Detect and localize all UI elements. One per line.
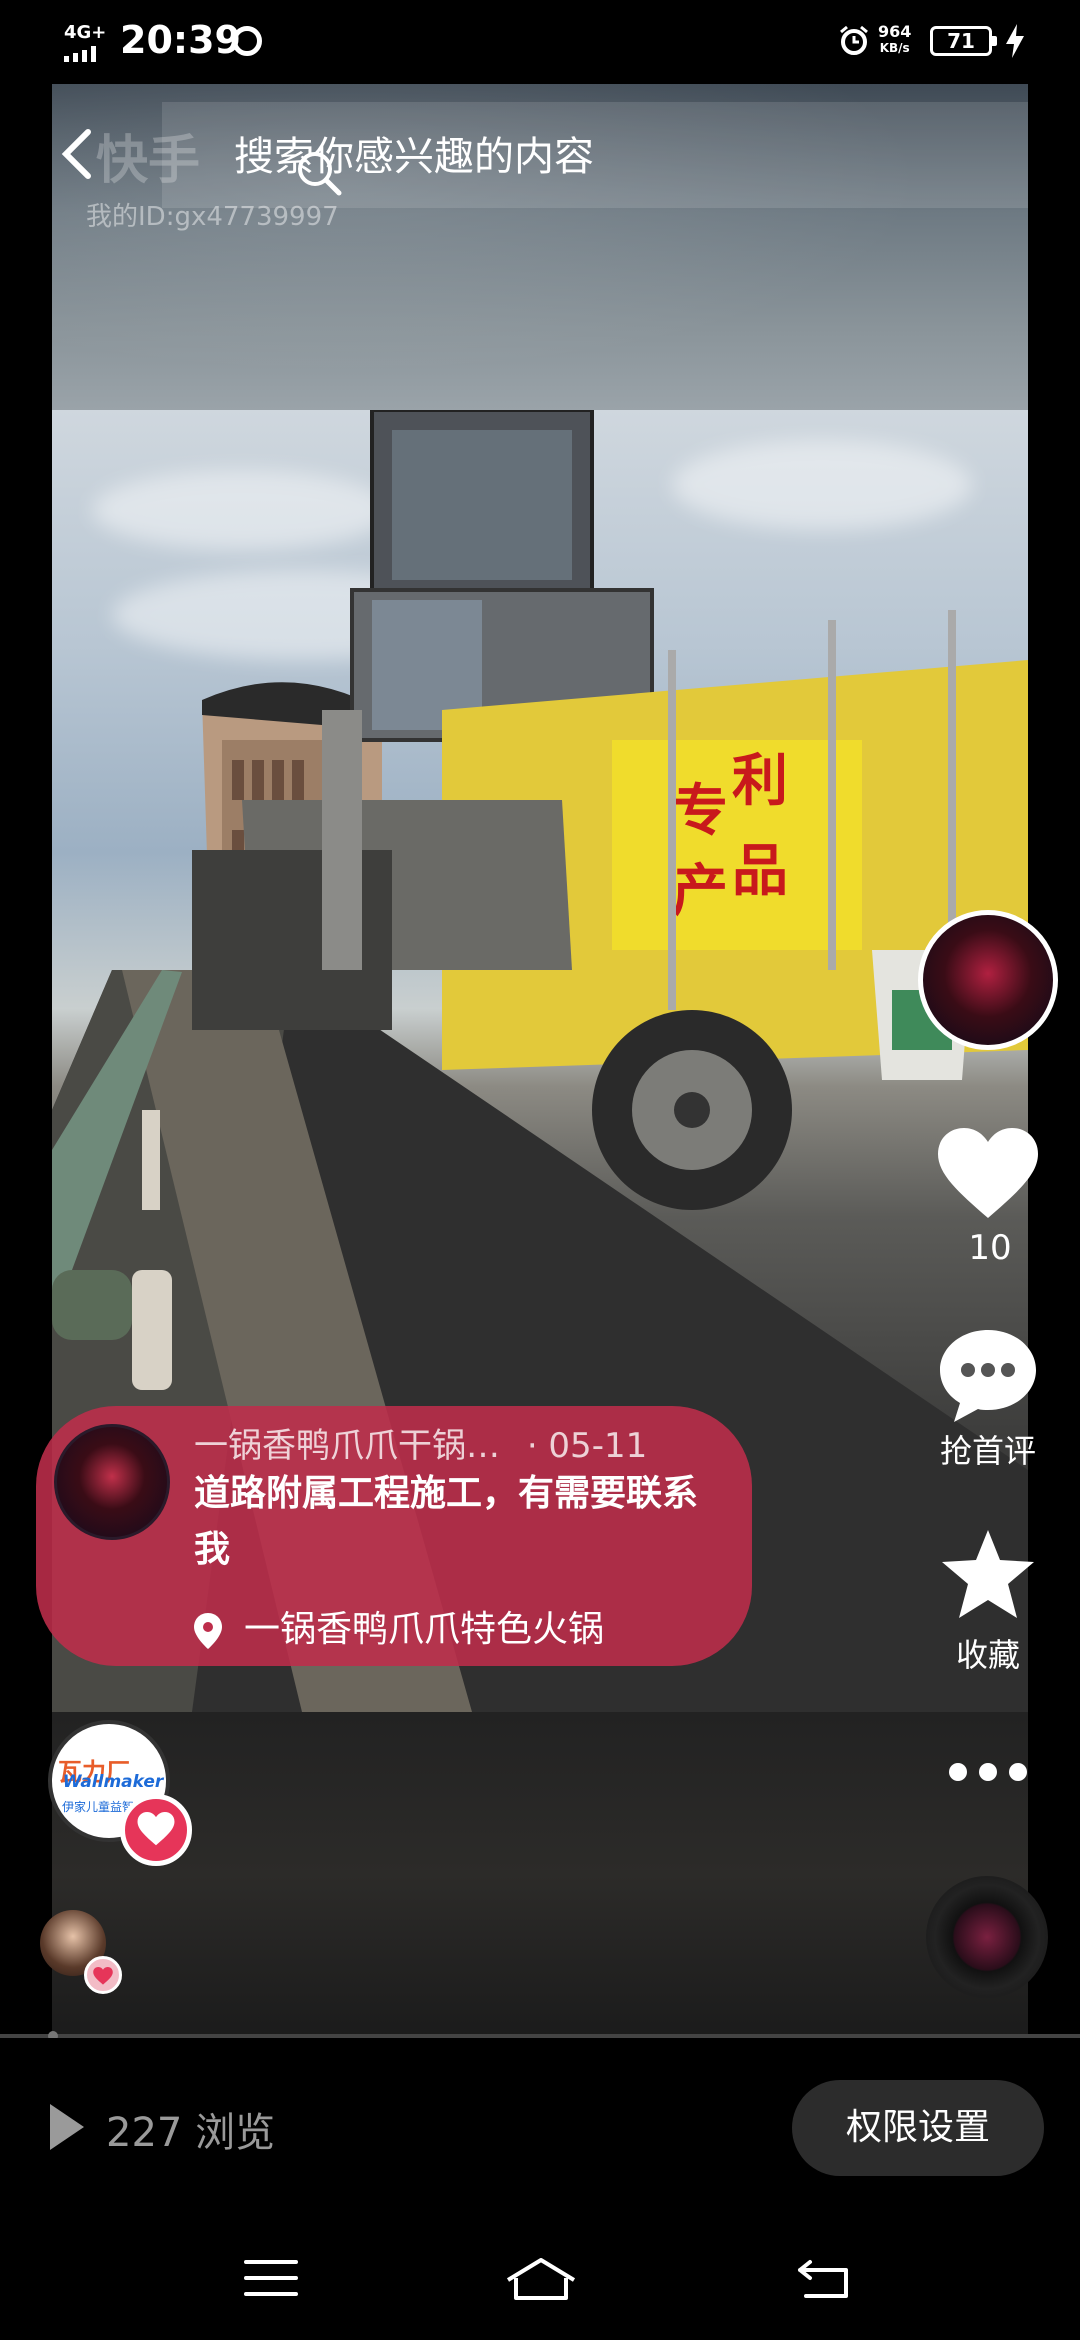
- clock: 20:39: [120, 18, 241, 62]
- back-arrow-icon[interactable]: [56, 124, 96, 184]
- post-info-card[interactable]: 一锅香鸭爪爪干锅… · 05-11 道路附属工程施工，有需要联系我 一锅香鸭爪爪…: [36, 1406, 752, 1666]
- back-icon[interactable]: [796, 2258, 852, 2300]
- truck-sign-char: 品: [732, 839, 788, 904]
- star-icon[interactable]: [942, 1530, 1034, 1620]
- post-author[interactable]: 一锅香鸭爪爪干锅… · 05-11: [194, 1418, 647, 1467]
- location-name: 一锅香鸭爪爪特色火锅: [244, 1609, 605, 1650]
- network-speed: 964 KB/s: [878, 24, 911, 56]
- post-description: 道路附属工程施工，有需要联系我: [194, 1473, 699, 1570]
- play-icon: [50, 2104, 84, 2150]
- heart-icon: [137, 1812, 175, 1846]
- like-count: 10: [968, 1228, 1012, 1268]
- home-icon[interactable]: [506, 2258, 576, 2302]
- heart-badge-icon[interactable]: [120, 1794, 192, 1866]
- sponsor-logo-name: Wallmaker: [62, 1772, 164, 1792]
- author-avatar[interactable]: [918, 910, 1058, 1050]
- charging-icon: [1006, 24, 1024, 58]
- author-name[interactable]: 一锅香鸭爪爪干锅…: [194, 1426, 500, 1466]
- first-comment-label[interactable]: 抢首评: [928, 1426, 1048, 1472]
- system-navigation-bar: [0, 2218, 1080, 2340]
- truck-sign-char: 专: [672, 779, 728, 844]
- bottom-bar: 227 浏览 权限设置: [0, 2038, 1080, 2218]
- speed-value: 964: [878, 22, 912, 41]
- location-pin-icon: [194, 1613, 222, 1649]
- app-notification-icon: [232, 26, 262, 56]
- media-viewer[interactable]: 快手 搜索你感兴趣的内容 我的ID:gx47739997 利 专 品 产: [52, 84, 1028, 2038]
- alarm-icon: [840, 25, 868, 55]
- permission-settings-button[interactable]: 权限设置: [792, 2080, 1044, 2176]
- truck-sign-char: 产: [672, 859, 728, 924]
- network-indicator: 4G+: [64, 24, 106, 66]
- bottom-blur-area: [52, 1712, 1028, 2038]
- search-input[interactable]: 搜索你感兴趣的内容: [234, 124, 594, 182]
- viewer-heart-badge-icon: [84, 1956, 122, 1994]
- collect-label[interactable]: 收藏: [928, 1630, 1048, 1676]
- menu-icon[interactable]: [244, 2258, 298, 2298]
- user-id-label: 我的ID:gx47739997: [86, 202, 339, 232]
- heart-icon[interactable]: [938, 1128, 1038, 1220]
- author-avatar-small[interactable]: [54, 1424, 170, 1540]
- view-count: 227 浏览: [106, 2110, 276, 2156]
- search-bar[interactable]: 搜索你感兴趣的内容: [162, 102, 1028, 208]
- network-label: 4G+: [64, 22, 107, 43]
- post-date: · 05-11: [526, 1426, 648, 1466]
- signal-icon: [64, 46, 96, 62]
- truck-sign-char: 利: [732, 749, 788, 814]
- status-bar: 4G+ 20:39 964 KB/s 71: [0, 0, 1080, 84]
- location-tag[interactable]: 一锅香鸭爪爪特色火锅: [194, 1600, 604, 1652]
- more-options-icon[interactable]: [946, 1760, 1030, 1784]
- music-disc-icon[interactable]: [926, 1876, 1048, 1998]
- comment-icon[interactable]: [940, 1330, 1036, 1422]
- speed-unit: KB/s: [879, 41, 910, 55]
- heart-icon: [93, 1967, 113, 1985]
- battery-indicator: 71: [930, 26, 997, 56]
